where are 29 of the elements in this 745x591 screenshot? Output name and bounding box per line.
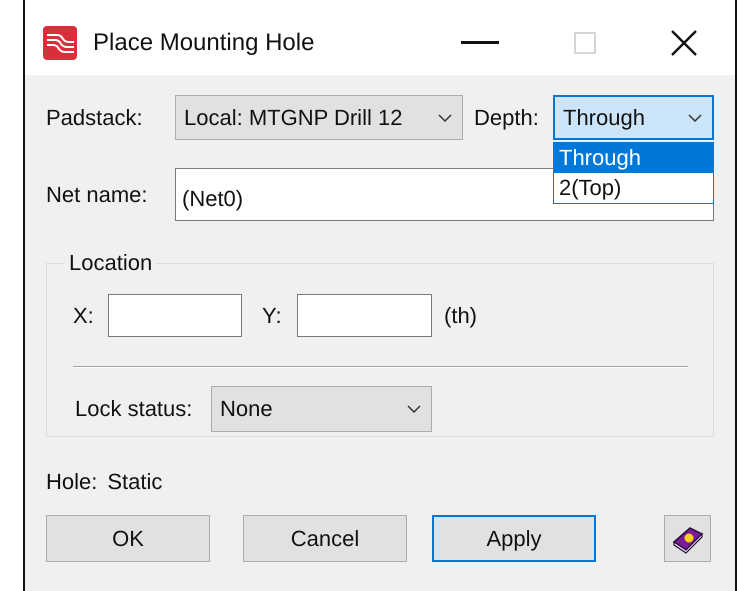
field-label: Hole: xyxy=(46,469,98,495)
units-label: (th) xyxy=(444,302,477,328)
close-icon[interactable] xyxy=(671,30,697,56)
lock-status-dropdown[interactable]: None xyxy=(211,386,432,432)
field-label: Depth: xyxy=(474,104,540,130)
maximize-icon xyxy=(574,32,596,54)
padstack-dropdown[interactable]: Local: MTGNP Drill 12 xyxy=(175,95,463,140)
help-button[interactable] xyxy=(664,515,711,562)
field-label: Lock status: xyxy=(74,396,194,422)
caret-icon xyxy=(407,405,421,413)
depth-dropdown[interactable]: Through xyxy=(553,95,714,140)
caret-icon xyxy=(688,114,702,122)
app-icon xyxy=(43,26,77,60)
field-label: Net name: xyxy=(46,182,148,208)
dropdown-option[interactable]: 2(Top) xyxy=(554,173,713,203)
dialog-button[interactable]: OK xyxy=(46,515,210,562)
dialog-button[interactable]: Apply xyxy=(432,515,596,562)
caret-icon xyxy=(438,114,452,122)
dialog-button[interactable]: Cancel xyxy=(243,515,407,562)
window-title: Place Mounting Hole xyxy=(93,28,314,56)
field-label: Padstack: xyxy=(46,104,144,130)
group-title: Location xyxy=(68,250,154,276)
y-field[interactable] xyxy=(297,294,432,337)
minimize-icon[interactable] xyxy=(461,40,499,44)
field-label: X: xyxy=(73,302,95,328)
dropdown-option[interactable]: Through xyxy=(554,143,713,173)
field-label: Y: xyxy=(262,302,283,328)
field-value: Static xyxy=(107,469,162,495)
x-field[interactable] xyxy=(108,294,242,337)
